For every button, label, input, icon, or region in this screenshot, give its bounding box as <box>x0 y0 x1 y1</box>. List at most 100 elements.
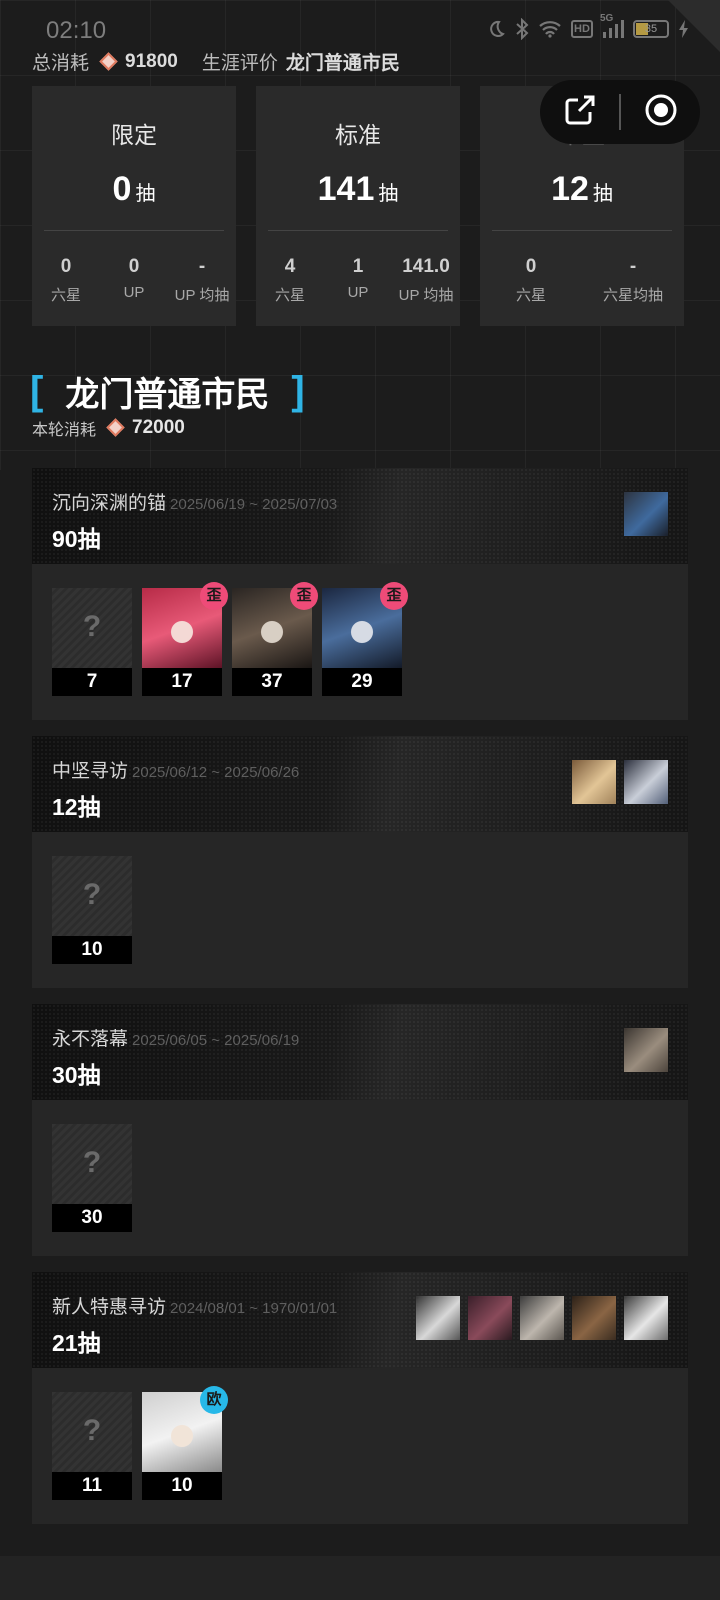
unknown-mark: ? <box>82 1146 102 1179</box>
pool-date: 2025/06/19 ~ 2025/07/03 <box>170 496 338 513</box>
stat-columns: 0 六星 0 UP - UP 均抽 <box>32 256 236 305</box>
stat-label: UP 均抽 <box>174 287 230 304</box>
pull-count: 29 <box>322 668 402 696</box>
pull-tile[interactable]: ? 30 <box>52 1124 132 1232</box>
pull-tiles: ? 30 <box>52 1124 132 1232</box>
status-icons: HD 5G 35 <box>486 13 690 40</box>
pull-count: 37 <box>232 668 312 696</box>
bottom-bar <box>0 1556 720 1600</box>
bracket-right: ] <box>291 369 305 413</box>
stat-card-limited[interactable]: 限定 0抽 0 六星 0 UP - UP 均抽 <box>32 86 236 326</box>
pull-tiles: ? 11 欧 10 <box>52 1386 228 1500</box>
pool-name: 永不落幕 <box>52 1029 129 1050</box>
stat-columns: 0 六星 - 六星均抽 <box>480 256 684 305</box>
rank-name: 龙门普通市民 <box>65 376 270 414</box>
operator-avatar <box>624 760 668 804</box>
pull-tiles: ? 7 歪 17 歪 37 歪 29 <box>52 582 408 696</box>
pool-title: 永不落幕 2025/06/05 ~ 2025/06/19 <box>52 1024 299 1051</box>
divider <box>492 230 672 231</box>
lucky-badge: 欧 <box>200 1386 228 1414</box>
wifi-icon <box>538 20 562 38</box>
stat-value: 4 <box>284 256 296 277</box>
summary-line: 总消耗 91800 生涯评价 龙门普通市民 <box>32 48 400 75</box>
pool-pulls: 30抽 <box>52 1062 101 1088</box>
unknown-operator-image: ? <box>52 1124 132 1204</box>
capsule-menu <box>540 80 700 144</box>
pool-card[interactable]: 永不落幕 2025/06/05 ~ 2025/06/19 30抽 ? 30 <box>32 1004 688 1256</box>
pull-count: 10 <box>52 936 132 964</box>
pool-title: 沉向深渊的锚 2025/06/19 ~ 2025/07/03 <box>52 488 337 515</box>
status-time: 02:10 <box>46 17 107 44</box>
gem-icon <box>99 52 119 72</box>
off-rate-badge: 歪 <box>200 582 228 610</box>
operator-avatar <box>624 492 668 536</box>
total-cost-value: 91800 <box>125 50 178 72</box>
pull-tiles: ? 10 <box>52 856 132 964</box>
pull-tile[interactable]: ? 11 <box>52 1392 132 1500</box>
stat-label: UP 均抽 <box>398 287 454 304</box>
divider <box>44 230 224 231</box>
pool-body: ? 7 歪 17 歪 37 歪 29 <box>32 564 688 720</box>
pool-card[interactable]: 中坚寻访 2025/06/12 ~ 2025/06/26 12抽 ? 10 <box>32 736 688 988</box>
pool-pulls: 12抽 <box>52 794 101 820</box>
stat-columns: 4 六星 1 UP 141.0 UP 均抽 <box>256 256 460 305</box>
pool-name: 沉向深渊的锚 <box>52 493 167 514</box>
stat-column: 0 UP <box>100 256 168 305</box>
stat-card-count: 0抽 <box>32 170 236 209</box>
close-target-button[interactable] <box>621 80 700 144</box>
unknown-mark: ? <box>82 878 102 911</box>
stat-value: 1 <box>352 256 364 277</box>
stat-label: UP <box>347 284 369 301</box>
pool-name: 新人特惠寻访 <box>52 1297 167 1318</box>
pool-card[interactable]: 新人特惠寻访 2024/08/01 ~ 1970/01/01 21抽 ? 11 欧… <box>32 1272 688 1524</box>
stat-label: 六星 <box>274 287 305 304</box>
unknown-operator-image: ? <box>52 856 132 936</box>
count-unit: 抽 <box>378 183 399 205</box>
pool-avatars <box>572 760 668 804</box>
pull-tile[interactable]: 欧 10 <box>142 1386 228 1500</box>
stat-card-title: 限定 <box>111 122 157 148</box>
battery-icon: 35 <box>633 20 669 38</box>
pool-pulls: 90抽 <box>52 526 101 552</box>
round-cost: 本轮消耗 72000 <box>32 416 185 440</box>
charging-icon <box>678 19 690 39</box>
stat-value: 0 <box>60 256 72 277</box>
off-rate-badge: 歪 <box>380 582 408 610</box>
stat-value: 0 <box>128 256 140 277</box>
round-cost-value: 72000 <box>132 417 185 438</box>
operator-avatar <box>520 1296 564 1340</box>
count-unit: 抽 <box>135 183 156 205</box>
pull-count: 11 <box>52 1472 132 1500</box>
stat-card-count: 141 抽 <box>256 170 460 209</box>
pool-body: ? 11 欧 10 <box>32 1368 688 1524</box>
hd-label: HD <box>574 23 590 35</box>
stat-column: 4 六星 <box>256 256 324 305</box>
pool-body: ? 30 <box>32 1100 688 1256</box>
stat-label: 六星均抽 <box>602 287 663 304</box>
bracket-left: [ <box>30 369 44 413</box>
pull-tile[interactable]: 歪 29 <box>322 582 408 696</box>
career-value: 龙门普通市民 <box>285 53 400 74</box>
pool-card[interactable]: 沉向深渊的锚 2025/06/19 ~ 2025/07/03 90抽 ? 7 歪 … <box>32 468 688 720</box>
operator-avatar <box>468 1296 512 1340</box>
round-cost-label: 本轮消耗 <box>32 422 97 439</box>
pull-tile[interactable]: ? 7 <box>52 588 132 696</box>
operator-avatar <box>416 1296 460 1340</box>
total-cost-label: 总消耗 <box>32 53 90 74</box>
moon-icon <box>486 19 506 39</box>
stat-column: - UP 均抽 <box>168 256 236 305</box>
share-icon <box>562 92 598 133</box>
stat-value: - <box>198 256 206 277</box>
share-button[interactable] <box>540 80 619 144</box>
pull-tile[interactable]: 歪 37 <box>232 582 318 696</box>
pool-pulls: 21抽 <box>52 1330 101 1356</box>
pull-tile[interactable]: ? 10 <box>52 856 132 964</box>
pool-body: ? 10 <box>32 832 688 988</box>
pool-name: 中坚寻访 <box>52 761 129 782</box>
unknown-mark: ? <box>82 1414 102 1447</box>
rank-title: [ 龙门普通市民 ] <box>30 367 305 416</box>
pull-tile[interactable]: 歪 17 <box>142 582 228 696</box>
status-bar: 02:10 HD 5G 35 <box>0 0 720 46</box>
stat-column: 0 六星 <box>480 256 582 305</box>
stat-card-standard[interactable]: 标准 141 抽 4 六星 1 UP 141.0 UP 均抽 <box>256 86 460 326</box>
